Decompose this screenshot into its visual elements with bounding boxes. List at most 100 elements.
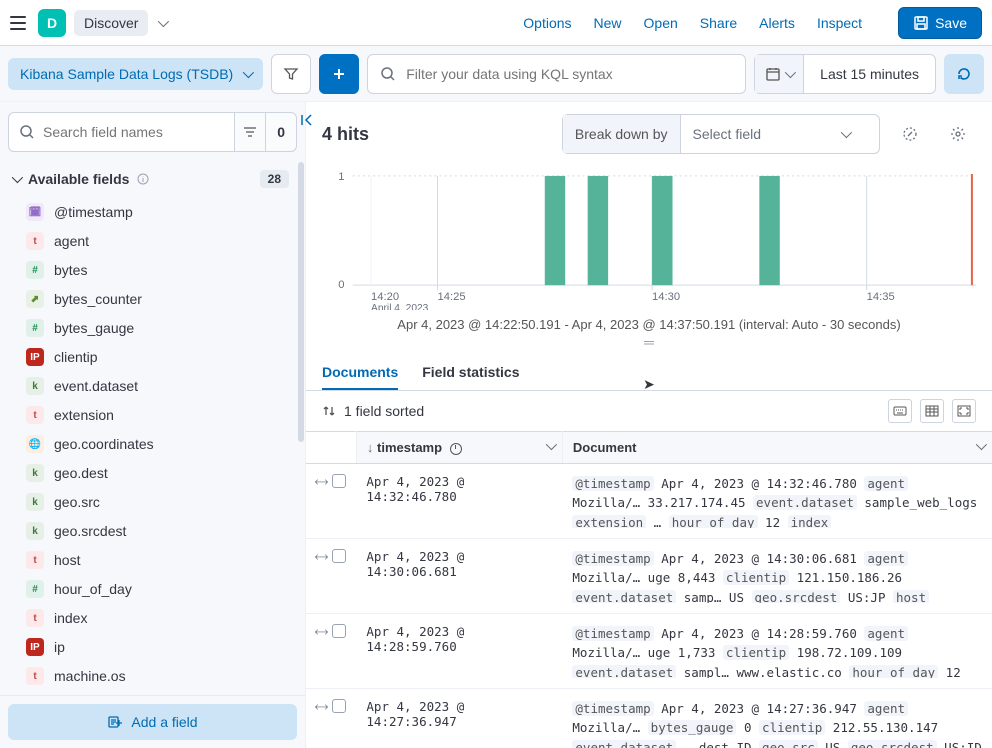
field-name: geo.dest: [54, 465, 108, 481]
available-fields-header[interactable]: Available fields 28: [0, 162, 305, 196]
menu-options[interactable]: Options: [523, 15, 571, 31]
main: 0 Available fields 28 🗓@timestamptagent#…: [0, 102, 992, 748]
chart-edit-button[interactable]: [892, 116, 928, 152]
field-type-icon: IP: [26, 638, 44, 656]
row-checkbox[interactable]: [332, 624, 346, 638]
field-item[interactable]: kgeo.src: [18, 488, 295, 516]
nav-toggle-icon[interactable]: [10, 16, 26, 30]
document-column-header[interactable]: Document: [562, 432, 992, 464]
chevron-down-icon[interactable]: [546, 439, 557, 450]
field-name: host: [54, 552, 80, 568]
resize-handle[interactable]: ═: [322, 334, 976, 354]
menu-new[interactable]: New: [594, 15, 622, 31]
menu-inspect[interactable]: Inspect: [817, 15, 862, 31]
breakdown-select[interactable]: Select field: [681, 126, 879, 142]
row-checkbox[interactable]: [332, 474, 346, 488]
save-button[interactable]: Save: [898, 7, 982, 39]
tab-field-statistics[interactable]: Field statistics: [422, 354, 519, 390]
timestamp-cell: Apr 4, 2023 @ 14:27:36.947: [356, 689, 562, 748]
menu-share[interactable]: Share: [700, 15, 737, 31]
field-name: bytes_counter: [54, 291, 142, 307]
kql-search[interactable]: [367, 54, 746, 94]
tab-documents[interactable]: Documents: [322, 354, 398, 390]
field-name: bytes: [54, 262, 87, 278]
clock-icon: [450, 443, 462, 455]
breakdown-placeholder: Select field: [693, 126, 761, 142]
menu-open[interactable]: Open: [644, 15, 678, 31]
field-type-icon: ⬈: [26, 290, 44, 308]
field-item[interactable]: IPip: [18, 633, 295, 661]
field-name: bytes_gauge: [54, 320, 134, 336]
field-item[interactable]: tindex: [18, 604, 295, 632]
field-list: 🗓@timestamptagent#bytes⬈bytes_counter#by…: [0, 196, 305, 695]
field-item[interactable]: #bytes: [18, 256, 295, 284]
svg-text:14:35: 14:35: [867, 291, 895, 303]
header-menu: Options New Open Share Alerts Inspect Sa…: [523, 7, 982, 39]
kql-input[interactable]: [406, 66, 733, 82]
field-item[interactable]: kevent.dataset: [18, 372, 295, 400]
timestamp-cell: Apr 4, 2023 @ 14:32:46.780: [356, 464, 562, 539]
add-field-button[interactable]: Add a field: [8, 704, 297, 740]
add-filter-button[interactable]: [319, 54, 359, 94]
svg-text:14:30: 14:30: [652, 291, 680, 303]
field-type-icon: IP: [26, 348, 44, 366]
breadcrumb[interactable]: Discover: [74, 10, 148, 36]
expand-row-button[interactable]: ⤢: [312, 698, 331, 717]
expand-row-button[interactable]: ⤢: [312, 548, 331, 567]
expand-row-button[interactable]: ⤢: [312, 623, 331, 642]
sort-icon: [322, 404, 336, 418]
fullscreen-button[interactable]: [952, 399, 976, 423]
filter-button[interactable]: [271, 54, 311, 94]
row-checkbox[interactable]: [332, 699, 346, 713]
menu-alerts[interactable]: Alerts: [759, 15, 795, 31]
timestamp-column-header[interactable]: ↓ timestamp: [356, 432, 562, 464]
expand-row-button[interactable]: ⤢: [312, 473, 331, 492]
document-cell: @timestamp Apr 4, 2023 @ 14:30:06.681 ag…: [572, 549, 982, 603]
scrollbar[interactable]: [298, 162, 304, 442]
hits-row: 4 hits Break down by Select field: [306, 102, 992, 166]
field-item[interactable]: t extension: [18, 401, 295, 429]
dataview-label: Kibana Sample Data Logs (TSDB): [20, 66, 233, 82]
breakdown-selector[interactable]: Break down by Select field: [562, 114, 880, 154]
field-search-input[interactable]: [43, 124, 224, 140]
chart-options-button[interactable]: [940, 116, 976, 152]
quick-select-button[interactable]: [755, 55, 804, 93]
keyboard-shortcuts-button[interactable]: [888, 399, 912, 423]
field-item[interactable]: 🌐geo.coordinates: [18, 430, 295, 458]
breakdown-label: Break down by: [563, 115, 681, 153]
field-filter-button[interactable]: [234, 112, 265, 152]
time-range-label[interactable]: Last 15 minutes: [804, 66, 935, 82]
table-row: ⤢ Apr 4, 2023 @ 14:28:59.760 @timestamp …: [306, 614, 992, 689]
field-item[interactable]: ⬈ bytes_counter: [18, 285, 295, 313]
dataview-selector[interactable]: Kibana Sample Data Logs (TSDB): [8, 58, 263, 90]
refresh-button[interactable]: [944, 54, 984, 94]
row-checkbox[interactable]: [332, 549, 346, 563]
field-name: clientip: [54, 349, 98, 365]
field-filter-count: 0: [265, 112, 297, 152]
field-type-icon: #: [26, 580, 44, 598]
document-cell: @timestamp Apr 4, 2023 @ 14:27:36.947 ag…: [572, 699, 982, 748]
field-item[interactable]: IP clientip: [18, 343, 295, 371]
field-item[interactable]: tmachine.os: [18, 662, 295, 690]
field-item[interactable]: tagent: [18, 227, 295, 255]
histogram-chart[interactable]: 1 0 14:20 April 4, 2023: [322, 166, 976, 311]
field-item[interactable]: kgeo.srcdest: [18, 517, 295, 545]
keyboard-icon: [893, 406, 907, 416]
date-picker[interactable]: Last 15 minutes: [754, 54, 936, 94]
field-item[interactable]: thost: [18, 546, 295, 574]
field-search[interactable]: [8, 112, 234, 152]
field-item[interactable]: #hour_of_day: [18, 575, 295, 603]
field-name: extension: [54, 407, 114, 423]
field-name: geo.coordinates: [54, 436, 154, 452]
field-type-icon: t: [26, 406, 44, 424]
sort-label[interactable]: 1 field sorted: [344, 403, 424, 419]
chevron-down-icon: [785, 66, 796, 77]
chevron-down-icon[interactable]: [158, 15, 169, 26]
field-item[interactable]: #bytes_gauge: [18, 314, 295, 342]
display-options-button[interactable]: [920, 399, 944, 423]
chevron-down-icon[interactable]: [976, 439, 987, 450]
app-logo[interactable]: D: [38, 9, 66, 37]
info-icon[interactable]: [137, 173, 149, 185]
field-item[interactable]: 🗓@timestamp: [18, 198, 295, 226]
field-item[interactable]: kgeo.dest: [18, 459, 295, 487]
